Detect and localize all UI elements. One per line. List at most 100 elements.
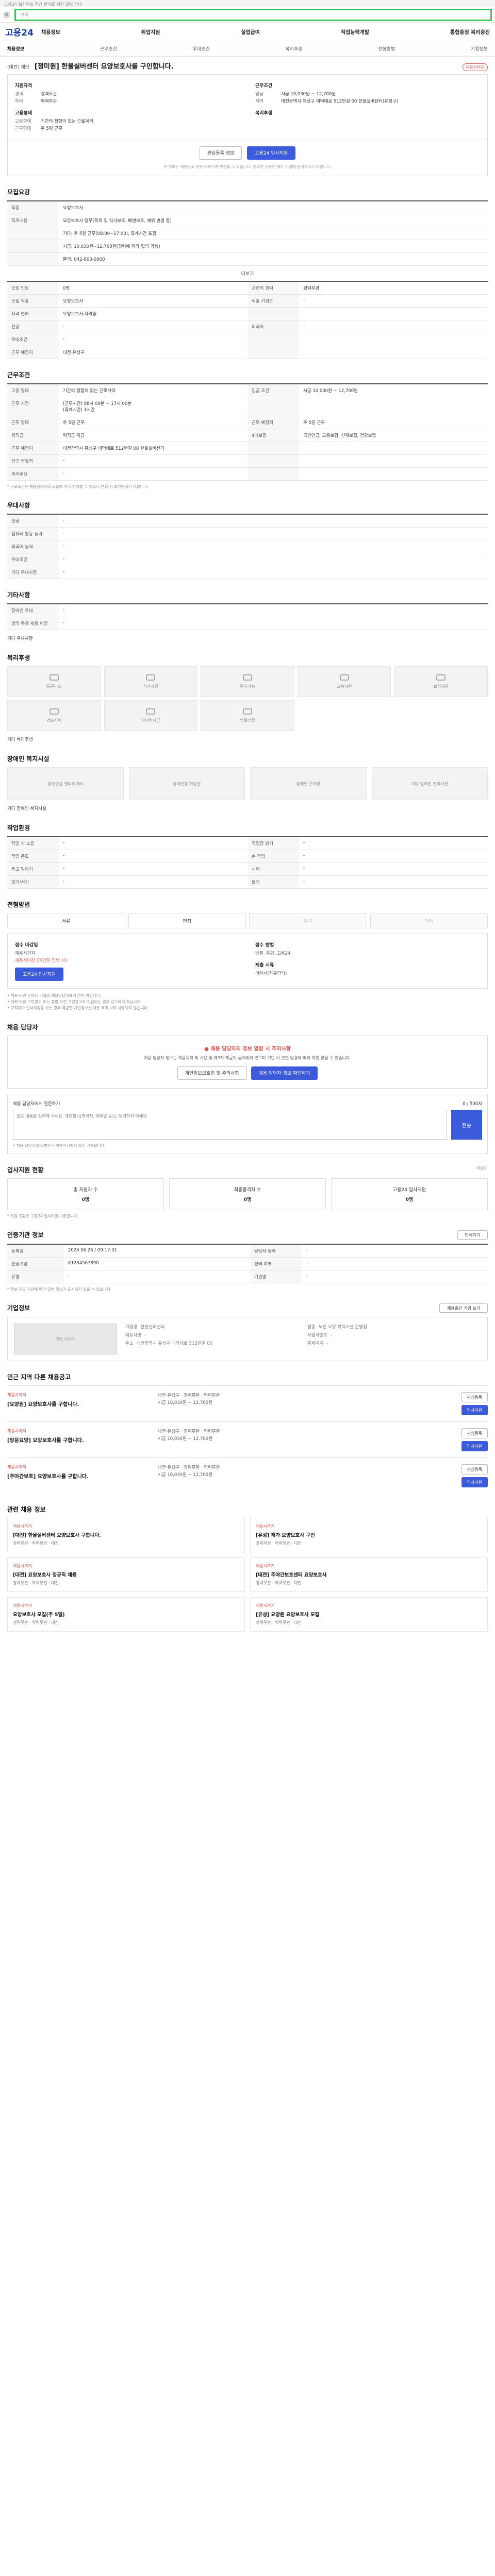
- news-meta: 경력무관 · 학력무관 · 대전: [256, 1541, 302, 1546]
- welfare-label: 경조사비: [46, 718, 62, 723]
- gnb-menu-item[interactable]: 채용정보: [41, 28, 60, 36]
- row-value: -: [63, 607, 65, 613]
- news-meta: 경력무관 · 학력무관 · 대전: [13, 1581, 59, 1585]
- scrap-button[interactable]: 관심등록: [461, 1464, 488, 1475]
- tab-item[interactable]: 근무조건: [100, 45, 117, 52]
- row-value: 기간의 정함이 없는 근로계약: [63, 388, 116, 394]
- tab-item[interactable]: 전형방법: [378, 45, 395, 52]
- table-row: 모집 직종 요양보호사 직종 키워드 -: [7, 295, 488, 308]
- job-title[interactable]: [요양원] 요양보호사를 구합니다.: [7, 1400, 152, 1408]
- table-row: 전공 - 외국어 -: [7, 320, 488, 333]
- row-value: -: [63, 544, 65, 549]
- work-note: * 근로조건은 채용담당자의 조율에 따라 변경될 수 있으니 면접 시 확인하…: [7, 484, 148, 489]
- kv-key: 학력: [15, 99, 23, 104]
- safe-desc: 채용 담당자 정보는 채용목적 외 사용 및 제3자 제공이 금지되어 있으며 …: [144, 1056, 351, 1060]
- row-header: 인증기업: [7, 1258, 64, 1270]
- org-kv: 홈페이지 -: [307, 1340, 481, 1347]
- company-image: 기업 이미지: [14, 1324, 117, 1354]
- row-value: -: [306, 1274, 308, 1279]
- gnb-menu-item[interactable]: 통합증정 복리증진: [450, 28, 490, 36]
- org-jobs-button[interactable]: 채용중인 기업 보기: [439, 1303, 488, 1313]
- search-input[interactable]: 구직: [14, 8, 492, 21]
- row-value: 대전 유성구: [63, 350, 85, 355]
- news-item[interactable]: 채용시까지 [유성] 재가 요양보호사 구인 경력무관 · 학력무관 · 대전: [250, 1518, 488, 1552]
- scrap-button[interactable]: 관심등록: [461, 1428, 488, 1438]
- kv-key: 근무형태: [15, 126, 31, 131]
- row-header: 외국어: [248, 320, 299, 333]
- section-title: 근무조건: [7, 371, 30, 379]
- tab-item[interactable]: 우대조건: [193, 45, 210, 52]
- apply-button[interactable]: 고용24 입사지원: [247, 146, 296, 160]
- table-row: 퇴직금 퇴직금 지급 4대보험 국민연금, 고용보험, 산재보험, 건강보험: [7, 429, 488, 442]
- welfare-label: 명절선물: [240, 718, 255, 723]
- qna-textarea[interactable]: [13, 1110, 447, 1140]
- row-value: 시급: 10,030원~12,700원(경력에 따라 협의 가능): [63, 244, 160, 249]
- row-header: 기관명: [250, 1270, 302, 1283]
- gnb-menu-item[interactable]: 직업능력개발: [341, 28, 369, 36]
- disabled-tile: 장애인 주차장: [250, 767, 367, 800]
- site-logo[interactable]: 고용24: [5, 25, 41, 38]
- apply-button[interactable]: 입사지원: [461, 1477, 488, 1487]
- news-meta: 경력무관 · 학력무관 · 대전: [256, 1581, 302, 1585]
- section-stats: 입사지원 현황 더보기 총 지원자 수 0명 최종합격자 수 0명 고용24 입사지원 0명…: [7, 1165, 488, 1219]
- gnb-menu-item[interactable]: 취업지원: [141, 28, 160, 36]
- news-item[interactable]: 채용시까지 [유성] 요양원 요양보호사 모집 경력무관 · 학력무관 · 대전: [250, 1597, 488, 1632]
- gear-icon[interactable]: ⚙: [3, 11, 10, 19]
- bullet-note: • 채용 관련 문의는 기업의 채용담당자에게 연락 바랍니다.: [7, 993, 102, 998]
- kv-row: 고용형태 기간의 정함이 없는 근로계약: [15, 118, 240, 125]
- top-notice-bar: 고용24 웹사이트 접근 편의를 위한 알림 안내: [0, 0, 495, 7]
- welfare-tile: 통근버스: [7, 666, 101, 697]
- tab-item[interactable]: 복리후생: [285, 45, 302, 52]
- news-title: [유성] 요양원 요양보호사 모집: [256, 1612, 320, 1618]
- stats-note: * 지원 현황은 고용24 입사지원 기준입니다.: [7, 1214, 78, 1218]
- welfare-icon: [242, 674, 252, 681]
- row-header: 직종 키워드: [248, 295, 299, 307]
- job-title[interactable]: [주야간보호] 요양보호사를 구합니다.: [7, 1472, 152, 1480]
- row-value: 퇴직금 지급: [63, 433, 85, 438]
- tab-item[interactable]: 채용정보: [7, 45, 24, 52]
- job-title[interactable]: [방문요양] 요양보호사를 구합니다.: [7, 1436, 152, 1444]
- row-header: 작업장 밝기: [248, 837, 299, 850]
- row-header: 근무 시간: [7, 397, 59, 416]
- kv-row: 학력 학력무관: [15, 98, 240, 105]
- job-deadline: 채용시까지: [7, 1393, 26, 1397]
- org-kv: 주소 대전광역시 유성구 대덕대로 512번길 00: [125, 1340, 299, 1347]
- row-header: [248, 333, 299, 346]
- job-left: 채용시까지 [요양원] 요양보호사를 구합니다.: [7, 1392, 152, 1415]
- row-value: -: [63, 324, 65, 329]
- row-value: -: [63, 569, 65, 574]
- contact-view-button[interactable]: 채용 담당자 정보 확인하기: [251, 1066, 318, 1080]
- news-item[interactable]: 채용시까지 [대전] 요양보호사 정규직 채용 경력무관 · 학력무관 · 대전: [7, 1557, 245, 1592]
- row-value: 요양보호사 업무(목욕 및 식사보조, 배변보조, 체위 변경 등): [63, 218, 172, 224]
- apply-label: 접수 마감일: [15, 943, 38, 948]
- stats-more[interactable]: 더보기: [476, 1165, 488, 1174]
- apply-button-2[interactable]: 고용24 입사지원: [15, 968, 63, 981]
- row-header: 시력: [248, 863, 299, 875]
- stats-value: 0명: [81, 1197, 90, 1202]
- section-title: 모집요강: [7, 189, 30, 196]
- more-button[interactable]: 더보기: [7, 266, 488, 281]
- row-value: 국민연금, 고용보험, 산재보험, 건강보험: [303, 433, 376, 438]
- gnb-menu-item[interactable]: 실업급여: [241, 28, 260, 36]
- scrap-button[interactable]: 관심등록: [461, 1392, 488, 1402]
- apply-button[interactable]: 입사지원: [461, 1405, 488, 1415]
- row-header: 우대조건: [7, 333, 59, 346]
- tab-item[interactable]: 기업정보: [471, 45, 488, 52]
- privacy-button[interactable]: 개인정보보호법 및 주의사항: [177, 1066, 247, 1080]
- disabled-label: 기타 장애인 편의시설: [411, 781, 448, 786]
- qna-notes: • 채용 담당자의 답변은 마이페이지에서 확인 가능합니다.: [13, 1143, 106, 1148]
- scrap-button[interactable]: 관심등록 정보: [199, 146, 242, 160]
- row-header: [7, 240, 59, 252]
- news-item[interactable]: 채용시까지 요양보호사 모집(주 5일) 경력무관 · 학력무관 · 대전: [7, 1597, 245, 1632]
- news-item[interactable]: 채용시까지 [대전] 주야간보호센터 요양보호사 경력무관 · 학력무관 · 대전: [250, 1557, 488, 1592]
- apply-button[interactable]: 입사지원: [461, 1441, 488, 1451]
- print-button[interactable]: 인쇄하기: [457, 1230, 488, 1240]
- stats-value: 0명: [243, 1197, 252, 1202]
- news-item[interactable]: 채용시까지 [대전] 한울실버센터 요양보호사 구합니다. 경력무관 · 학력무관 …: [7, 1518, 245, 1552]
- table-row: 우대조건 -: [7, 333, 488, 346]
- row-header: 임금 조건: [248, 384, 299, 397]
- row-header: 등록일: [7, 1245, 64, 1257]
- qna-send-button[interactable]: 전송: [451, 1110, 482, 1140]
- detail-tabs: 채용정보 근무조건 우대조건 복리후생 전형방법 기업정보: [0, 41, 495, 57]
- apply-value: 채용시까지: [15, 951, 36, 956]
